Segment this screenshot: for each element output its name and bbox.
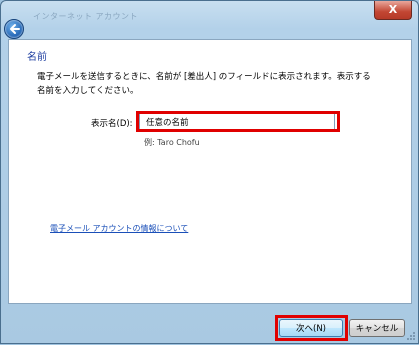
account-info-link[interactable]: 電子メール アカウントの情報について bbox=[50, 223, 188, 234]
title-bar: インターネット アカウント X bbox=[1, 1, 418, 39]
close-button[interactable]: X bbox=[374, 1, 412, 20]
arrow-left-icon bbox=[10, 24, 20, 34]
wizard-window: インターネット アカウント X 名前 電子メールを送信するときに、名前が [差出… bbox=[0, 0, 419, 344]
cancel-button[interactable]: キャンセル bbox=[349, 319, 405, 337]
back-button[interactable] bbox=[4, 19, 24, 39]
intro-text: 電子メールを送信するときに、名前が [差出人] のフィールドに表示されます。表示… bbox=[37, 72, 371, 96]
display-name-input[interactable] bbox=[139, 113, 335, 130]
next-button[interactable]: 次へ(N) bbox=[279, 319, 343, 337]
resize-grip-icon[interactable] bbox=[406, 331, 416, 341]
page-title: 名前 bbox=[27, 52, 47, 63]
footer-bar: 次へ(N) キャンセル bbox=[1, 303, 419, 345]
wizard-content: 名前 電子メールを送信するときに、名前が [差出人] のフィールドに表示されます… bbox=[8, 39, 412, 304]
display-name-label: 表示名(D): bbox=[91, 119, 133, 129]
window-title: インターネット アカウント bbox=[33, 12, 139, 21]
example-text: 例: Taro Chofu bbox=[144, 138, 200, 147]
